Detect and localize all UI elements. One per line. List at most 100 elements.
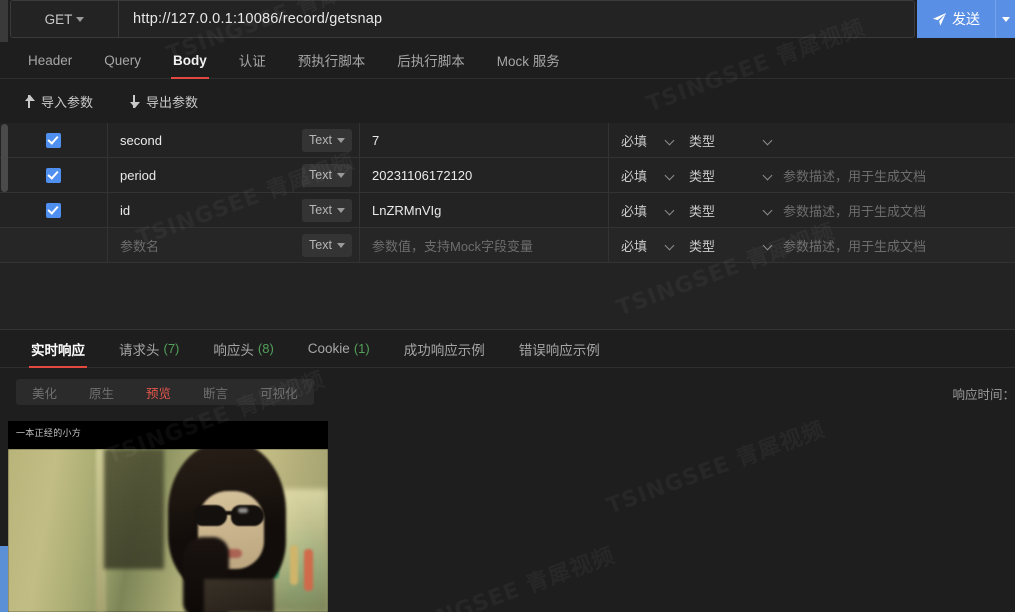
http-method-select[interactable]: GET xyxy=(11,1,119,37)
response-tab-count: (7) xyxy=(163,341,180,356)
scrollbar-rail xyxy=(0,0,8,42)
view-beautify[interactable]: 美化 xyxy=(16,379,73,405)
param-value-input[interactable]: 20231106172120 xyxy=(360,158,609,192)
param-desc-input[interactable]: 参数描述，用于生成文档 xyxy=(783,228,1015,262)
param-name-cell: 参数名 Text xyxy=(108,228,360,262)
param-format-label: Text xyxy=(309,238,332,252)
param-type-select[interactable]: 类型 xyxy=(685,123,783,157)
param-format-label: Text xyxy=(309,133,332,147)
tab-label: Query xyxy=(104,52,142,68)
http-method-label: GET xyxy=(44,11,73,27)
import-params-label: 导入参数 xyxy=(41,95,94,110)
view-visualize[interactable]: 可视化 xyxy=(244,379,314,405)
row-enabled-checkbox[interactable] xyxy=(46,132,61,148)
chevron-down-icon xyxy=(666,241,675,250)
tab-auth[interactable]: 认证 xyxy=(223,42,282,79)
chevron-down-icon xyxy=(336,137,345,143)
sunglasses-left-lens xyxy=(194,505,227,526)
tab-pre-script[interactable]: 预执行脚本 xyxy=(282,42,382,79)
response-tabs: 实时响应 请求头 (7) 响应头 (8) Cookie (1) 成功响应示例 错… xyxy=(0,330,1015,368)
param-type-select[interactable]: 类型 xyxy=(685,228,783,262)
response-tab-realtime[interactable]: 实时响应 xyxy=(14,330,102,368)
param-required-select[interactable]: 必填 xyxy=(609,158,685,192)
table-row: second Text 7 必填 类型 xyxy=(0,123,1015,158)
chevron-down-icon xyxy=(764,171,773,180)
response-tab-count: (8) xyxy=(257,341,274,356)
param-type-select[interactable]: 类型 xyxy=(685,193,783,227)
export-params-label: 导出参数 xyxy=(146,95,199,110)
param-desc-input[interactable]: 参数描述，用于生成文档 xyxy=(783,193,1015,227)
param-type-label: 类型 xyxy=(689,203,716,219)
image-person-collar xyxy=(204,579,274,612)
param-value-input[interactable]: 7 xyxy=(360,123,609,157)
send-button[interactable]: 发送 xyxy=(917,0,995,38)
param-required-select[interactable]: 必填 xyxy=(609,228,685,262)
paper-plane-icon xyxy=(932,12,947,26)
row-enabled-checkbox[interactable] xyxy=(46,238,61,253)
chevron-down-icon xyxy=(1001,16,1010,22)
export-params-button[interactable]: 导出参数 xyxy=(129,92,198,111)
send-button-label: 发送 xyxy=(952,11,980,27)
table-row-new: 参数名 Text 参数值，支持Mock字段变量 必填 类型 参数描述，用于生成文… xyxy=(0,228,1015,263)
param-format-select[interactable]: Text xyxy=(302,163,352,187)
tab-post-script[interactable]: 后执行脚本 xyxy=(381,42,481,79)
chevron-down-icon xyxy=(76,16,85,22)
chevron-down-icon xyxy=(764,206,773,215)
param-name-input[interactable]: 参数名 xyxy=(120,236,159,255)
chevron-down-icon xyxy=(666,206,675,215)
request-tabs: Header Query Body 认证 预执行脚本 后执行脚本 Mock 服务 xyxy=(0,42,1015,79)
params-empty-area xyxy=(0,263,1015,330)
param-format-label: Text xyxy=(309,203,332,217)
view-label: 原生 xyxy=(89,386,115,401)
param-name-cell: second Text xyxy=(108,123,360,157)
param-required-select[interactable]: 必填 xyxy=(609,193,685,227)
param-value-input[interactable]: 参数值，支持Mock字段变量 xyxy=(360,228,609,262)
param-required-label: 必填 xyxy=(621,238,648,254)
api-debug-window: TSINGSEE 青犀视频 TSINGSEE 青犀视频 TSINGSEE 青犀视… xyxy=(0,0,1015,612)
response-tab-response-headers[interactable]: 响应头 (8) xyxy=(196,330,290,368)
param-format-select[interactable]: Text xyxy=(302,198,352,222)
response-tab-cookie[interactable]: Cookie (1) xyxy=(291,330,387,368)
chevron-down-icon xyxy=(336,207,345,213)
tab-query[interactable]: Query xyxy=(88,42,157,79)
watermark-text: TSINGSEE 青犀视频 xyxy=(601,412,829,521)
param-table-scrollbar[interactable] xyxy=(1,124,8,192)
tab-mock-service[interactable]: Mock 服务 xyxy=(481,42,576,79)
response-tab-label: 错误响应示例 xyxy=(518,342,600,358)
param-desc-input[interactable]: 参数描述，用于生成文档 xyxy=(783,158,1015,192)
param-value-input[interactable]: LnZRMnVIg xyxy=(360,193,609,227)
response-tab-request-headers[interactable]: 请求头 (7) xyxy=(102,330,196,368)
param-table: second Text 7 必填 类型 period Text 20231106… xyxy=(0,123,1015,263)
send-options-button[interactable] xyxy=(995,0,1015,38)
param-name-input[interactable]: id xyxy=(120,203,130,218)
import-params-button[interactable]: 导入参数 xyxy=(24,92,93,111)
response-image-preview: 一本正经的小方 xyxy=(8,421,328,612)
row-enabled-checkbox[interactable] xyxy=(46,202,61,218)
row-enabled-cell xyxy=(0,123,108,157)
param-type-select[interactable]: 类型 xyxy=(685,158,783,192)
param-name-input[interactable]: second xyxy=(120,133,162,148)
tab-label: 预执行脚本 xyxy=(297,54,366,69)
url-input[interactable]: http://127.0.0.1:10086/record/getsnap xyxy=(119,1,914,37)
param-format-select[interactable]: Text xyxy=(302,233,352,257)
view-raw[interactable]: 原生 xyxy=(73,379,130,405)
response-view-bar: 美化 原生 预览 断言 可视化 响应时间： xyxy=(0,368,1015,415)
view-label: 美化 xyxy=(32,386,58,401)
tab-header[interactable]: Header xyxy=(12,42,88,79)
tab-label: 后执行脚本 xyxy=(397,54,465,69)
param-name-input[interactable]: period xyxy=(120,168,156,183)
param-required-select[interactable]: 必填 xyxy=(609,123,685,157)
arrow-down-icon xyxy=(129,95,140,108)
param-name-cell: period Text xyxy=(108,158,360,192)
row-enabled-checkbox[interactable] xyxy=(46,167,61,183)
view-assert[interactable]: 断言 xyxy=(187,379,244,405)
response-tab-error-example[interactable]: 错误响应示例 xyxy=(502,330,617,368)
tab-label: 认证 xyxy=(238,54,266,69)
param-format-label: Text xyxy=(309,168,332,182)
tab-body[interactable]: Body xyxy=(157,42,223,79)
param-desc-input[interactable] xyxy=(783,123,1015,157)
view-preview[interactable]: 预览 xyxy=(130,379,187,405)
page-scrollbar-thumb[interactable] xyxy=(0,546,8,612)
param-format-select[interactable]: Text xyxy=(302,128,352,152)
response-tab-success-example[interactable]: 成功响应示例 xyxy=(387,330,502,368)
